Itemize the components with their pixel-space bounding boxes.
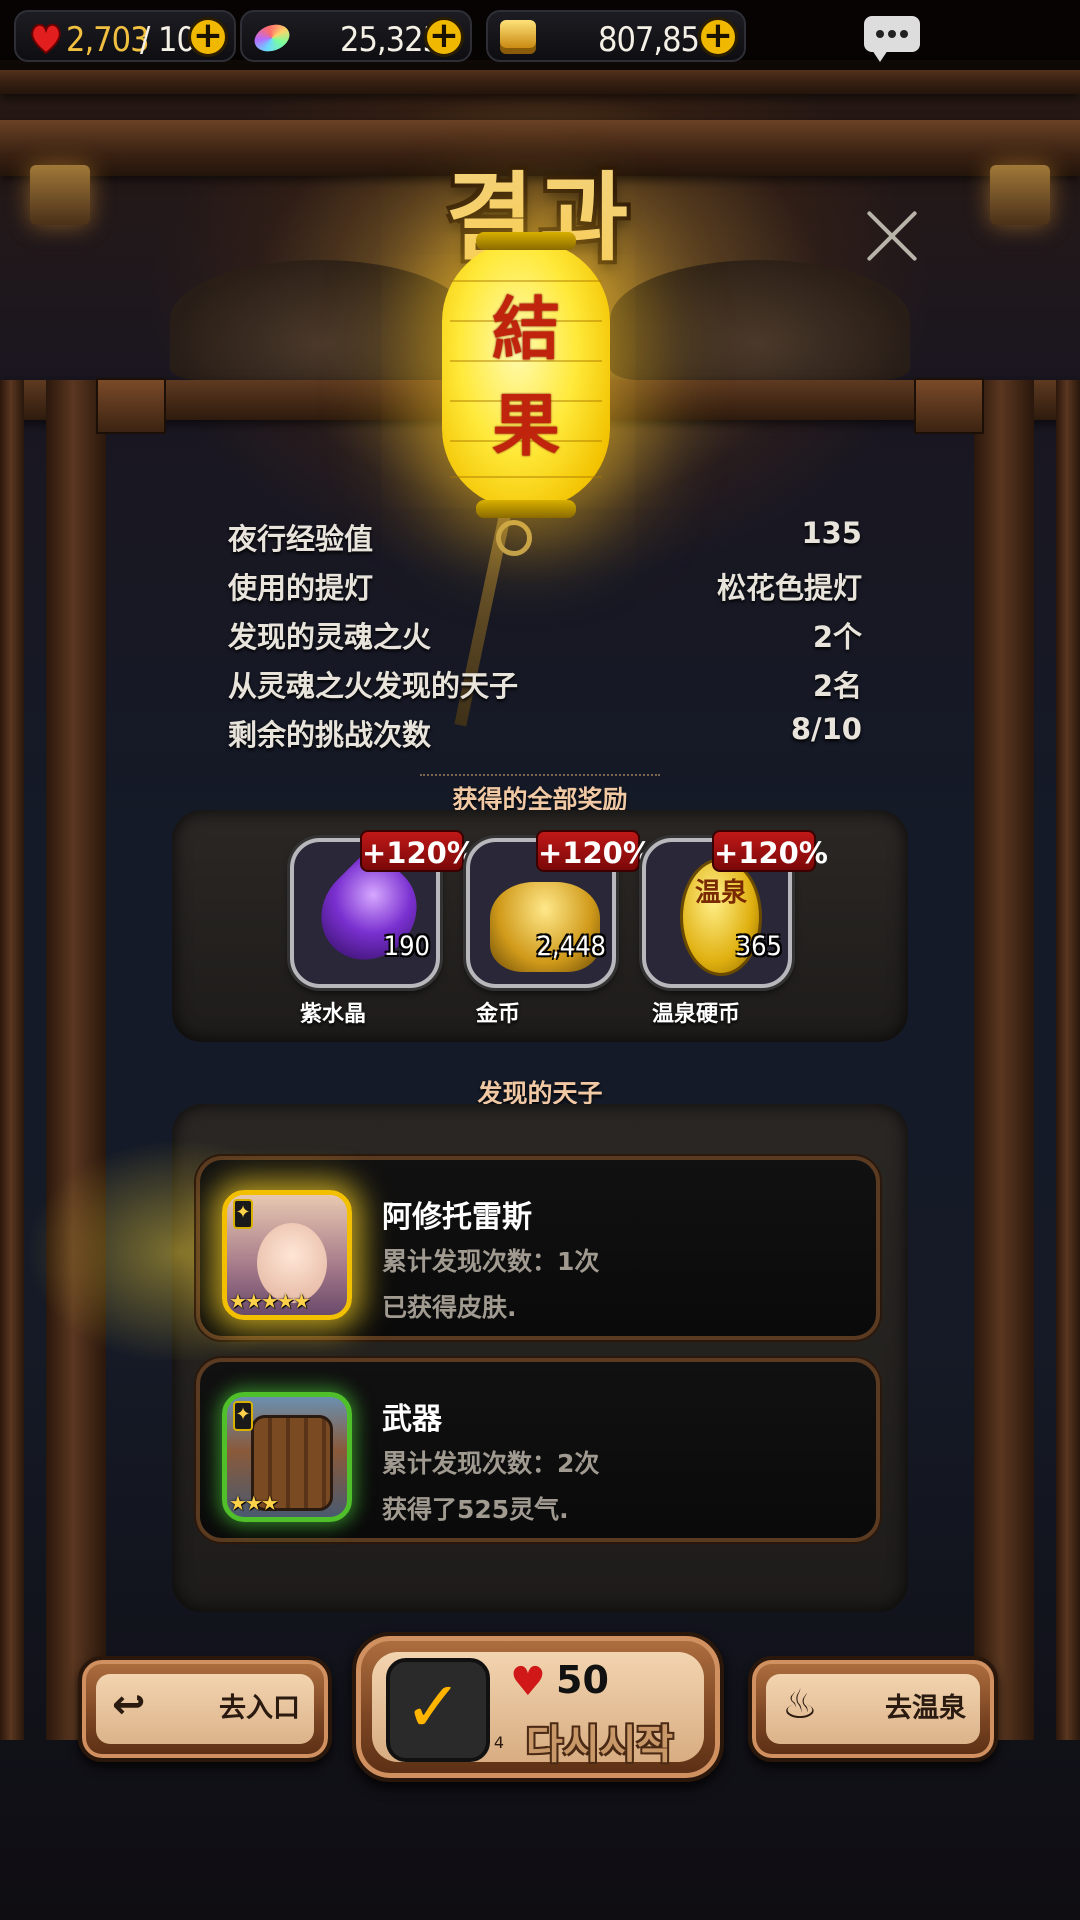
stamina-current: 2,703 bbox=[66, 20, 150, 60]
hero-portrait: ✦ ★★★★★ bbox=[222, 1190, 352, 1320]
hero-reward-text: 已获得皮肤. bbox=[382, 1293, 517, 1322]
stat-value: 松花色提灯 bbox=[716, 571, 862, 605]
stat-value: 2个 bbox=[812, 620, 862, 654]
gate-post bbox=[974, 380, 1034, 1740]
stamina-separator: / bbox=[140, 20, 150, 60]
stat-row: 从灵魂之火发现的天子 2名 bbox=[228, 659, 862, 708]
element-icon: ✦ bbox=[233, 1199, 253, 1229]
restart-button[interactable]: ✓ 4 ♥ 50 다시시작 bbox=[352, 1632, 724, 1782]
hero-name: 阿修托雷斯 bbox=[382, 1200, 532, 1235]
star-rating: ★★★★★ bbox=[229, 1289, 311, 1313]
hero-discover-count: 累计发现次数：1次 bbox=[382, 1247, 600, 1276]
restart-cost: 50 bbox=[556, 1658, 609, 1702]
gate-post bbox=[46, 380, 106, 1740]
heart-icon: ♥ bbox=[510, 1659, 546, 1705]
hero-reward-text: 获得了525灵气. bbox=[382, 1495, 569, 1524]
bonus-badge: +120% bbox=[712, 830, 828, 872]
reward-count: 190 bbox=[383, 931, 430, 962]
gold-counter: 807,850 + bbox=[486, 10, 746, 62]
reward-item-hot-spring-coin[interactable]: 温泉 365 +120% 温泉硬币 bbox=[642, 830, 828, 1027]
stat-row: 使用的提灯 松花色提灯 bbox=[228, 561, 862, 610]
stat-label: 夜行经验值 bbox=[228, 522, 374, 556]
reward-label: 金币 bbox=[476, 1002, 521, 1027]
stat-label: 从灵魂之火发现的天子 bbox=[228, 669, 519, 703]
hot-spring-label: 去温泉 bbox=[885, 1693, 966, 1724]
add-gems-button[interactable]: + bbox=[424, 17, 464, 57]
element-icon: ✦ bbox=[233, 1401, 253, 1431]
hero-discover-count: 累计发现次数：2次 bbox=[382, 1449, 600, 1478]
hero-portrait: ✦ ★★★ bbox=[222, 1392, 352, 1522]
stat-row: 夜行经验值 135 bbox=[228, 512, 862, 561]
hero-card[interactable]: ✦ ★★★★★ 阿修托雷斯 累计发现次数：1次 已获得皮肤. bbox=[196, 1156, 880, 1340]
heart-icon bbox=[31, 23, 61, 55]
reward-item-amethyst[interactable]: 190 +120% 紫水晶 bbox=[290, 830, 476, 1027]
stat-value: 8/10 bbox=[790, 712, 862, 746]
ticket-count: 4 bbox=[493, 1733, 504, 1752]
lantern: 結 果 bbox=[442, 232, 610, 518]
bonus-badge: +120% bbox=[360, 830, 476, 872]
stamina-counter: 2,703 / 101 + bbox=[14, 10, 236, 62]
lantern-top-cap bbox=[476, 232, 576, 250]
resource-bar: 2,703 / 101 + 25,325 + 807,850 + bbox=[0, 0, 1080, 70]
stat-label: 发现的灵魂之火 bbox=[228, 620, 432, 654]
gate-post bbox=[1056, 380, 1080, 1740]
checkbox-icon: ✓ bbox=[404, 1666, 463, 1748]
add-stamina-button[interactable]: + bbox=[188, 17, 228, 57]
stat-value: 2名 bbox=[812, 669, 862, 703]
lantern-glyph: 結 bbox=[491, 290, 560, 370]
coin-icon bbox=[500, 20, 536, 48]
post-cap bbox=[914, 378, 984, 434]
reward-item-gold[interactable]: 2,448 +120% 金币 bbox=[466, 830, 652, 1027]
divider bbox=[420, 774, 660, 776]
lantern-glyph: 果 bbox=[491, 386, 560, 466]
gate-post bbox=[0, 380, 24, 1740]
stat-row: 剩余的挑战次数 8/10 bbox=[228, 708, 862, 757]
stat-row: 发现的灵魂之火 2个 bbox=[228, 610, 862, 659]
restart-label: 다시시작 bbox=[526, 1722, 674, 1768]
gem-counter: 25,325 + bbox=[240, 10, 472, 62]
chat-icon[interactable] bbox=[864, 16, 920, 62]
reward-count: 2,448 bbox=[536, 931, 606, 962]
add-gold-button[interactable]: + bbox=[698, 17, 738, 57]
entrance-label: 去入口 bbox=[219, 1693, 300, 1724]
reward-label: 紫水晶 bbox=[300, 1002, 367, 1027]
go-to-hot-spring-button[interactable]: ♨ 去温泉 bbox=[748, 1656, 998, 1762]
stat-label: 剩余的挑战次数 bbox=[228, 718, 432, 752]
stat-value: 135 bbox=[801, 516, 862, 550]
close-icon[interactable] bbox=[862, 206, 922, 266]
reward-count: 365 bbox=[735, 931, 782, 962]
hot-spring-icon: ♨ bbox=[782, 1682, 818, 1728]
gem-icon bbox=[250, 20, 294, 56]
result-stats: 夜行经验值 135 使用的提灯 松花色提灯 发现的灵魂之火 2个 从灵魂之火发现… bbox=[228, 512, 862, 757]
return-arrow-icon: ↩ bbox=[112, 1682, 146, 1728]
bonus-badge: +120% bbox=[536, 830, 652, 872]
hero-card[interactable]: ✦ ★★★ 武器 累计发现次数：2次 获得了525灵气. bbox=[196, 1358, 880, 1542]
reward-label: 温泉硬币 bbox=[652, 1002, 741, 1027]
ticket-checkbox[interactable]: ✓ 4 bbox=[386, 1658, 504, 1762]
stat-label: 使用的提灯 bbox=[228, 571, 374, 605]
star-rating: ★★★ bbox=[229, 1491, 279, 1515]
post-cap bbox=[96, 378, 166, 434]
hero-name: 武器 bbox=[382, 1402, 442, 1437]
go-to-entrance-button[interactable]: ↩ 去入口 bbox=[78, 1656, 332, 1762]
